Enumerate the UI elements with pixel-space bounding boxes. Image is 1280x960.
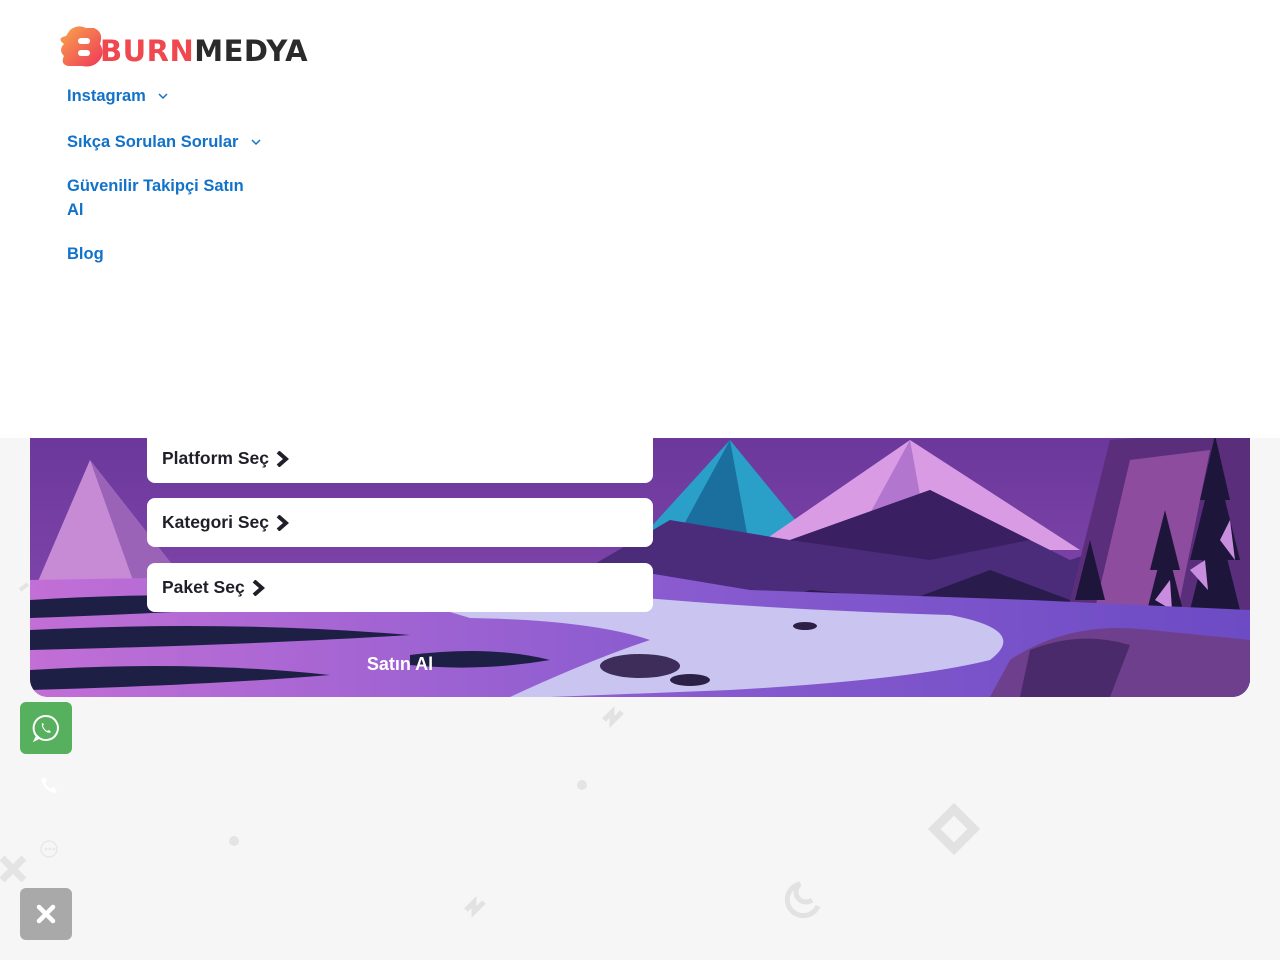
phone-button[interactable] (38, 774, 60, 796)
chat-icon (40, 840, 58, 858)
nav-item-blog[interactable]: Blog (67, 242, 104, 266)
logo-text-burn: BURN (100, 34, 195, 68)
nav-item-label: Blog (67, 245, 104, 263)
package-select[interactable]: Paket Seç (147, 563, 653, 612)
category-select[interactable]: Kategori Seç (147, 498, 653, 547)
flame-logo-icon (60, 26, 103, 67)
logo-wordmark: BURNMEDYA (100, 34, 308, 68)
buy-button[interactable]: Satın Al (300, 648, 500, 680)
close-icon (36, 904, 56, 924)
nav-item-instagram[interactable]: Instagram (67, 84, 168, 108)
chevron-down-icon (158, 93, 168, 100)
site-header: BURNMEDYA Instagram Sıkça Sorulan Sorula… (0, 0, 1280, 438)
phone-icon (41, 777, 57, 793)
chevron-right-icon (251, 579, 265, 596)
site-logo[interactable]: BURNMEDYA (56, 24, 308, 72)
logo-text-medya: MEDYA (194, 34, 309, 68)
nav-item-faq[interactable]: Sıkça Sorulan Sorular (67, 130, 261, 154)
nav-item-label: Sıkça Sorulan Sorular (67, 133, 239, 151)
nav-item-trusted-followers[interactable]: Güvenilir Takipçi Satın Al (67, 174, 257, 222)
category-select-label: Kategori Seç (162, 512, 269, 532)
close-contact-button[interactable] (20, 888, 72, 940)
platform-select-label: Platform Seç (162, 448, 269, 468)
nav-item-label: Güvenilir Takipçi Satın Al (67, 177, 244, 219)
chevron-right-icon (275, 514, 289, 531)
chat-button[interactable] (38, 838, 60, 860)
whatsapp-icon (32, 714, 59, 743)
platform-select[interactable]: Platform Seç (147, 434, 653, 483)
chevron-down-icon (251, 139, 261, 146)
chevron-right-icon (275, 450, 289, 467)
nav-item-label: Instagram (67, 87, 146, 105)
whatsapp-button[interactable] (20, 702, 72, 754)
package-select-label: Paket Seç (162, 577, 245, 597)
